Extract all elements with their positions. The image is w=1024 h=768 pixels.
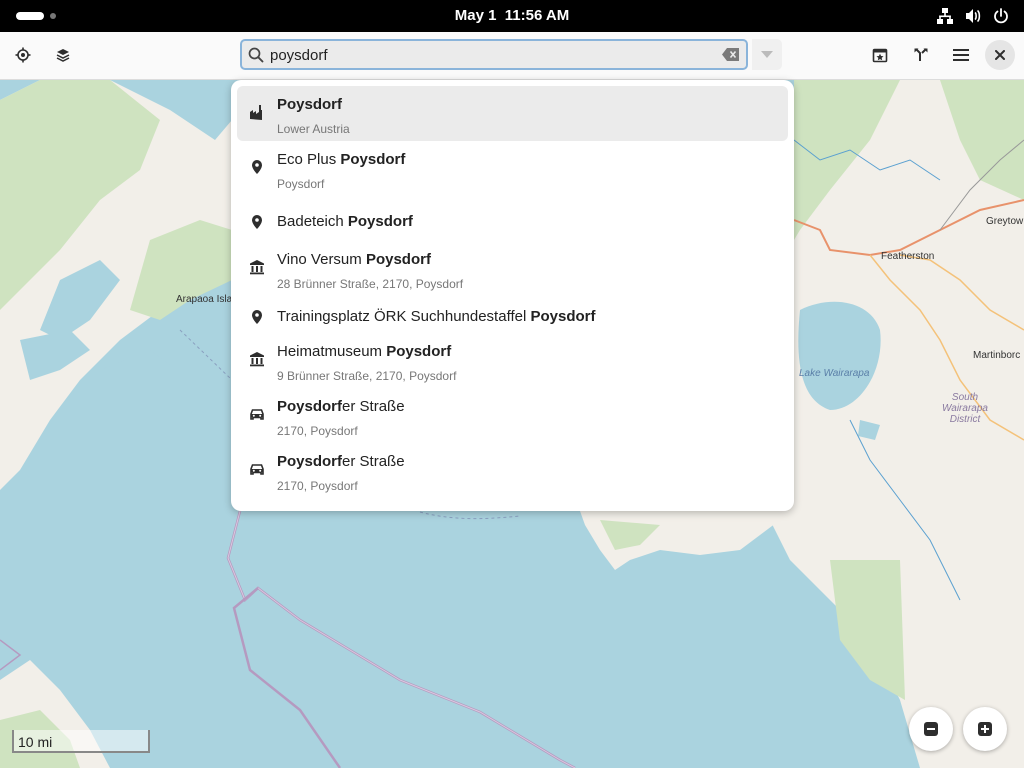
pin-icon <box>249 159 265 175</box>
scale-label: 10 mi <box>18 734 53 750</box>
volume-icon <box>966 9 981 23</box>
result-title-match: Poysdorf <box>347 213 413 230</box>
result-title-suffix: er Straße <box>342 453 405 470</box>
result-subtitle: Lower Austria <box>277 122 350 136</box>
result-subtitle: 9 Brünner Straße, 2170, Poysdorf <box>277 369 457 383</box>
result-title-prefix: Heimatmuseum <box>277 343 387 360</box>
map-layers-button[interactable] <box>47 39 79 71</box>
hamburger-menu-icon <box>953 49 969 61</box>
pin-icon <box>249 309 265 325</box>
result-subtitle: Poysdorf <box>277 177 325 191</box>
result-title: Poysdorfer Straße <box>277 453 405 470</box>
result-title-match: Poysdorf <box>277 453 343 470</box>
search-result-item[interactable]: Poysdorfer Straße 2170, Poysdorf <box>237 443 788 498</box>
search-result-item[interactable]: Heimatmuseum Poysdorf 9 Brünner Straße, 2… <box>237 333 788 388</box>
header-bar <box>0 32 1024 80</box>
result-title-match: Poysdorf <box>340 151 406 168</box>
search-result-item[interactable]: Poysdorfer Straße <box>237 498 788 511</box>
result-title-prefix: Vino Versum <box>277 251 366 268</box>
result-title: Poysdorfer Straße <box>277 398 405 415</box>
search-result-item[interactable]: Eco Plus Poysdorf Poysdorf <box>237 141 788 196</box>
system-top-bar: May 1 11:56 AM <box>0 0 1024 32</box>
map-label-martinborough: Martinborc <box>973 350 1021 361</box>
clock-button[interactable]: May 1 11:56 AM <box>455 7 570 24</box>
result-title: Badeteich Poysdorf <box>277 213 413 230</box>
close-icon <box>995 50 1005 60</box>
zoom-in-button[interactable] <box>963 707 1007 751</box>
result-title-match: Poysdorf <box>277 96 343 113</box>
network-icon <box>937 8 953 24</box>
search-results-popover: Poysdorf Lower Austria Eco Plus Poysdorf Po… <box>231 80 794 511</box>
map-label-featherston: Featherston <box>881 251 935 262</box>
zoom-in-icon <box>978 722 992 736</box>
workspace-active-icon <box>16 12 44 20</box>
result-title-match: Poysdorf <box>277 398 343 415</box>
result-title: Trainingsplatz ÖRK Suchhundestaffel Poys… <box>277 308 596 325</box>
map-label-south-wairarapa: South Wairarapa District <box>942 392 988 425</box>
result-title-match: Poysdorf <box>365 251 431 268</box>
city-icon <box>249 104 265 120</box>
search-box <box>240 39 748 70</box>
route-button[interactable] <box>905 39 937 71</box>
locate-icon <box>15 47 31 63</box>
map-label-greytown: Greytow <box>986 216 1024 227</box>
zoom-out-button[interactable] <box>909 707 953 751</box>
result-title-prefix: Trainingsplatz ÖRK Suchhundestaffel <box>277 308 531 325</box>
result-title: Poysdorf <box>277 96 342 113</box>
museum-icon <box>249 259 265 275</box>
clock-date: May 1 <box>454 7 497 24</box>
route-icon <box>914 48 928 61</box>
map-scale-bar: 10 mi <box>12 730 150 753</box>
power-icon <box>994 8 1008 24</box>
search-result-item[interactable]: Poysdorfer Straße 2170, Poysdorf <box>237 388 788 443</box>
current-location-button[interactable] <box>7 39 39 71</box>
car-icon <box>249 461 265 477</box>
map-label-lake-wairarapa: Lake Wairarapa <box>799 368 870 379</box>
workspace-inactive-icon <box>50 13 56 19</box>
result-title-prefix: Eco Plus <box>277 151 341 168</box>
pin-icon <box>249 214 265 230</box>
result-subtitle: 2170, Poysdorf <box>277 479 358 493</box>
clear-search-icon[interactable] <box>722 48 740 61</box>
car-icon <box>249 406 265 422</box>
clock-time: 11:56 AM <box>504 7 570 24</box>
bookmark-star-icon <box>872 48 888 63</box>
result-title: Heimatmuseum Poysdorf <box>277 343 451 360</box>
zoom-out-icon <box>924 722 938 736</box>
result-title-suffix: er Straße <box>342 398 405 415</box>
layers-icon <box>56 49 70 62</box>
search-input[interactable] <box>270 44 720 66</box>
search-result-item[interactable]: Vino Versum Poysdorf 28 Brünner Straße, 2… <box>237 241 788 296</box>
result-subtitle: 28 Brünner Straße, 2170, Poysdorf <box>277 277 464 291</box>
result-title-prefix: Badeteich <box>277 213 348 230</box>
result-subtitle: 2170, Poysdorf <box>277 424 358 438</box>
search-dropdown-button[interactable] <box>752 39 782 70</box>
system-tray[interactable] <box>936 7 1010 25</box>
clock: May 1 11:56 AM <box>0 0 1024 32</box>
result-title-match: Poysdorf <box>386 343 452 360</box>
result-title-match: Poysdorf <box>530 308 596 325</box>
main-menu-button[interactable] <box>945 39 977 71</box>
result-title: Eco Plus Poysdorf <box>277 151 405 168</box>
result-title: Vino Versum Poysdorf <box>277 251 431 268</box>
chevron-down-icon <box>761 50 773 58</box>
museum-icon <box>249 351 265 367</box>
close-window-button[interactable] <box>985 40 1015 70</box>
search-result-item[interactable]: Poysdorf Lower Austria <box>237 86 788 141</box>
search-icon <box>248 47 264 63</box>
favorites-button[interactable] <box>864 39 896 71</box>
